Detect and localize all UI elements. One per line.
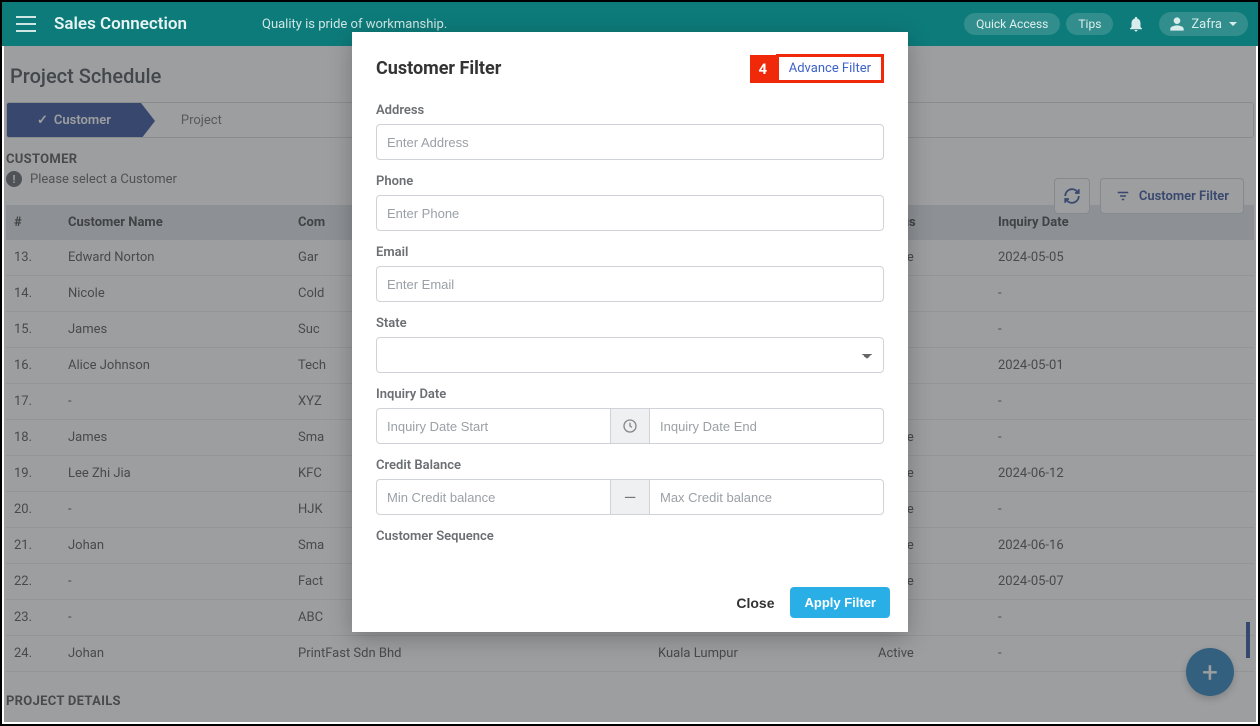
inquiry-date-label: Inquiry Date <box>376 387 884 402</box>
customer-filter-modal: Customer Filter 4 Advance Filter Address… <box>352 32 908 632</box>
email-label: Email <box>376 245 884 260</box>
dash-separator: — <box>610 479 650 515</box>
email-input[interactable] <box>376 266 884 302</box>
close-button[interactable]: Close <box>736 595 774 611</box>
modal-title: Customer Filter <box>376 58 501 79</box>
inquiry-date-start-input[interactable] <box>376 408 610 444</box>
chevron-down-icon <box>1228 19 1238 29</box>
hamburger-menu-icon[interactable] <box>12 2 40 46</box>
phone-input[interactable] <box>376 195 884 231</box>
credit-balance-label: Credit Balance <box>376 458 884 473</box>
user-menu[interactable]: Zafra <box>1159 12 1248 36</box>
credit-max-input[interactable] <box>650 479 884 515</box>
user-icon <box>1169 16 1185 32</box>
address-label: Address <box>376 103 884 118</box>
callout-number: 4 <box>750 55 776 83</box>
inquiry-date-end-input[interactable] <box>650 408 884 444</box>
state-select[interactable] <box>376 337 884 373</box>
customer-sequence-label: Customer Sequence <box>376 529 884 544</box>
clock-icon[interactable] <box>610 408 650 444</box>
state-label: State <box>376 316 884 331</box>
address-input[interactable] <box>376 124 884 160</box>
phone-label: Phone <box>376 174 884 189</box>
user-name: Zafra <box>1191 17 1222 32</box>
brand-title: Sales Connection <box>54 14 187 34</box>
credit-min-input[interactable] <box>376 479 610 515</box>
advance-filter-link[interactable]: Advance Filter <box>776 54 884 83</box>
quick-access-button[interactable]: Quick Access <box>964 13 1060 35</box>
tips-button[interactable]: Tips <box>1066 13 1113 35</box>
tagline-text: Quality is pride of workmanship. <box>262 17 447 32</box>
notifications-icon[interactable] <box>1119 15 1153 33</box>
apply-filter-button[interactable]: Apply Filter <box>790 587 890 618</box>
